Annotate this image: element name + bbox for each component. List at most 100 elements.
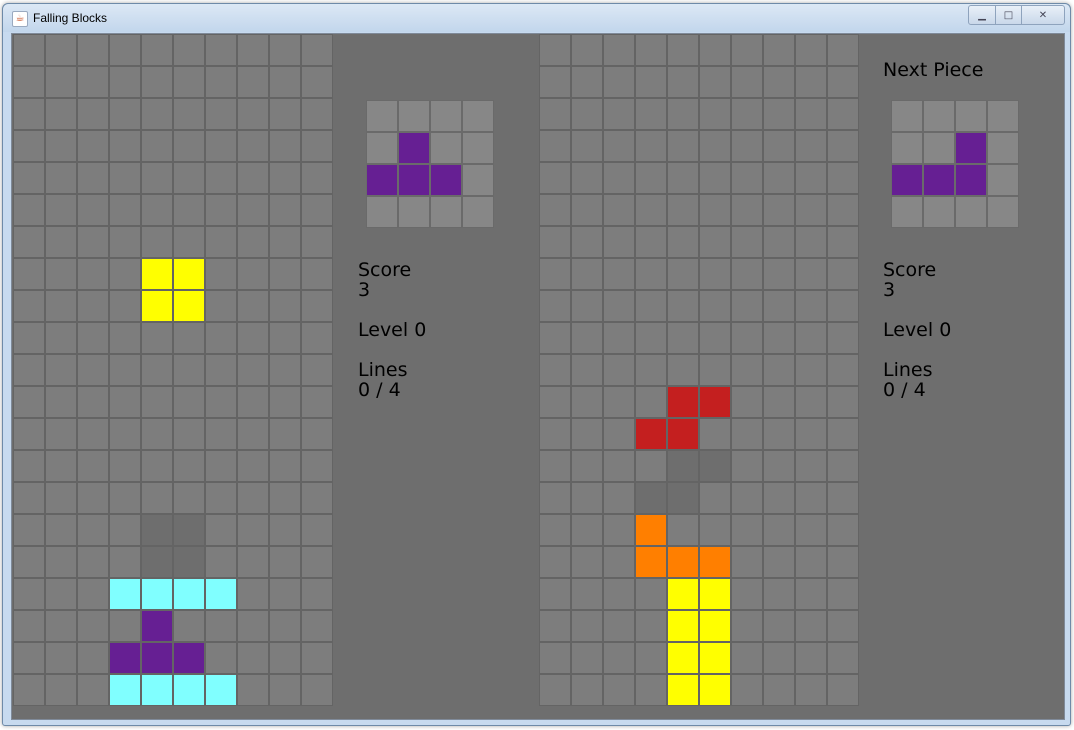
board-cell-empty-cell (571, 130, 603, 162)
board-cell-block-Z (667, 386, 699, 418)
board-cell-block-O (699, 578, 731, 610)
board-cell-empty-cell (795, 98, 827, 130)
board-cell-empty-cell (13, 386, 45, 418)
board-cell-empty-cell (539, 610, 571, 642)
board-cell-empty-cell (827, 162, 859, 194)
board-cell-empty-cell (237, 226, 269, 258)
board-cell-empty-cell (269, 98, 301, 130)
board-cell-empty-cell (13, 258, 45, 290)
board-cell-empty-cell (301, 162, 333, 194)
preview-cell-empty-cell (430, 196, 462, 228)
board-cell-empty-cell (539, 482, 571, 514)
board-cell-block-Z (635, 418, 667, 450)
board-cell-empty-cell (13, 162, 45, 194)
board-cell-empty-cell (77, 162, 109, 194)
board-cell-empty-cell (205, 258, 237, 290)
board-cell-empty-cell (13, 610, 45, 642)
board-cell-empty-cell (141, 482, 173, 514)
board-cell-empty-cell (699, 194, 731, 226)
board-cell-empty-cell (763, 482, 795, 514)
player2-next-label: Next Piece (883, 59, 984, 81)
board-cell-empty-cell (795, 34, 827, 66)
preview-cell-empty-cell (462, 164, 494, 196)
board-cell-empty-cell (603, 674, 635, 706)
board-cell-block-O (667, 610, 699, 642)
board-cell-empty-cell (795, 354, 827, 386)
board-cell-block-I (141, 674, 173, 706)
board-cell-empty-cell (269, 226, 301, 258)
board-cell-empty-cell (237, 162, 269, 194)
board-cell-empty-cell (699, 34, 731, 66)
board-cell-empty-cell (109, 610, 141, 642)
board-cell-empty-cell (173, 66, 205, 98)
board-cell-empty-cell (571, 98, 603, 130)
board-cell-empty-cell (173, 418, 205, 450)
preview-cell-empty-cell (923, 196, 955, 228)
board-cell-empty-cell (827, 194, 859, 226)
preview-cell-empty-cell (398, 100, 430, 132)
board-cell-empty-cell (635, 610, 667, 642)
board-cell-empty-cell (571, 514, 603, 546)
board-cell-empty-cell (763, 98, 795, 130)
board-cell-empty-cell (173, 98, 205, 130)
player2-next-preview (891, 100, 1019, 228)
board-cell-empty-cell (603, 482, 635, 514)
board-cell-empty-cell (603, 450, 635, 482)
board-cell-empty-cell (571, 34, 603, 66)
board-cell-empty-cell (173, 194, 205, 226)
preview-cell-block-T (955, 164, 987, 196)
board-cell-empty-cell (109, 258, 141, 290)
title-bar[interactable]: ☕ Falling Blocks ▁ □ ✕ (3, 4, 1070, 32)
board-cell-empty-cell (173, 610, 205, 642)
board-cell-empty-cell (77, 386, 109, 418)
board-cell-empty-cell (301, 514, 333, 546)
board-cell-empty-cell (635, 226, 667, 258)
board-cell-empty-cell (45, 322, 77, 354)
board-cell-empty-cell (77, 98, 109, 130)
preview-cell-empty-cell (891, 132, 923, 164)
board-cell-empty-cell (571, 226, 603, 258)
board-cell-empty-cell (795, 578, 827, 610)
board-cell-empty-cell (77, 322, 109, 354)
preview-cell-empty-cell (955, 196, 987, 228)
board-cell-empty-cell (539, 226, 571, 258)
board-cell-empty-cell (109, 546, 141, 578)
close-button[interactable]: ✕ (1022, 5, 1065, 25)
board-cell-empty-cell (667, 194, 699, 226)
board-cell-empty-cell (667, 290, 699, 322)
board-cell-empty-cell (77, 610, 109, 642)
board-cell-empty-cell (13, 226, 45, 258)
board-cell-empty-cell (731, 34, 763, 66)
maximize-button[interactable]: □ (996, 5, 1022, 25)
minimize-button[interactable]: ▁ (968, 5, 996, 25)
board-cell-empty-cell (237, 194, 269, 226)
board-cell-empty-cell (301, 226, 333, 258)
board-cell-empty-cell (237, 66, 269, 98)
board-cell-empty-cell (77, 450, 109, 482)
board-cell-empty-cell (109, 450, 141, 482)
board-cell-empty-cell (45, 450, 77, 482)
board-cell-empty-cell (827, 450, 859, 482)
board-cell-empty-cell (109, 482, 141, 514)
preview-cell-block-T (398, 132, 430, 164)
board-cell-empty-cell (571, 450, 603, 482)
board-cell-block-O (173, 258, 205, 290)
board-cell-empty-cell (763, 66, 795, 98)
board-cell-empty-cell (141, 130, 173, 162)
board-cell-empty-cell (699, 482, 731, 514)
board-cell-empty-cell (539, 578, 571, 610)
board-cell-empty-cell (795, 258, 827, 290)
board-cell-empty-cell (667, 130, 699, 162)
board-cell-empty-cell (237, 418, 269, 450)
board-cell-empty-cell (301, 546, 333, 578)
player2-stats: Score 3 Level 0 Lines 0 / 4 (883, 260, 951, 400)
board-cell-empty-cell (269, 130, 301, 162)
board-cell-empty-cell (45, 514, 77, 546)
board-cell-empty-cell (571, 642, 603, 674)
board-cell-ghost-cell (667, 482, 699, 514)
board-cell-empty-cell (763, 514, 795, 546)
player1-level: Level 0 (358, 319, 427, 341)
board-cell-ghost-cell (667, 450, 699, 482)
board-cell-empty-cell (237, 322, 269, 354)
board-cell-empty-cell (539, 418, 571, 450)
